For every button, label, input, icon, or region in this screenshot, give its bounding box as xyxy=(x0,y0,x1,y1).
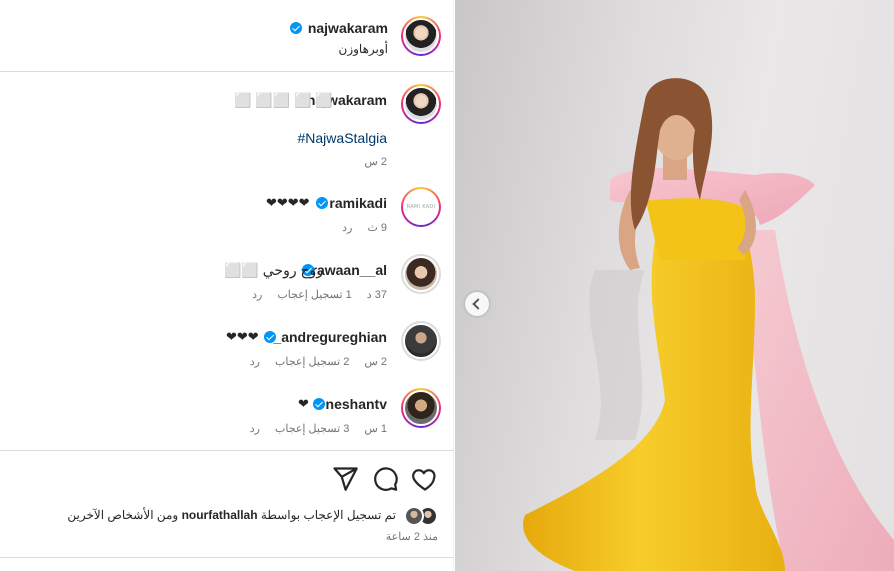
share-icon[interactable] xyxy=(331,465,359,493)
comment-meta: 37 د 1 تسجيل إعجاب رد xyxy=(240,288,387,301)
reply-button[interactable]: رد xyxy=(250,356,260,368)
caption-avatar[interactable] xyxy=(401,84,441,124)
comment-meta: 2 س 2 تسجيل إعجاب رد xyxy=(238,355,387,368)
liked-by-prefix: تم تسجيل الإعجاب بواسطة xyxy=(260,508,396,522)
header-avatar[interactable] xyxy=(401,16,441,56)
comment-text: ❤❤❤❤ xyxy=(266,195,310,210)
likes-count-button[interactable]: 2 تسجيل إعجاب xyxy=(275,356,349,368)
liked-by-user[interactable]: nourfathallah xyxy=(182,508,258,522)
caption-hashtag[interactable]: #NajwaStalgia xyxy=(298,130,388,146)
likes-count-button[interactable]: 3 تسجيل إعجاب xyxy=(275,423,349,435)
liker-avatar[interactable] xyxy=(404,506,424,526)
comment-time: 1 س xyxy=(364,423,387,435)
liked-by-text: تم تسجيل الإعجاب بواسطة nourfathallah وم… xyxy=(67,508,396,522)
divider xyxy=(0,557,454,558)
caption-text: ⬜ ⬜ ⬜⬜ ⬜ xyxy=(234,92,333,108)
likes-count-button[interactable]: 1 تسجيل إعجاب xyxy=(277,289,351,301)
verified-badge-icon xyxy=(264,331,276,343)
comment-meta: 9 ث رد xyxy=(330,221,387,234)
comment-avatar[interactable] xyxy=(401,254,441,294)
header-username[interactable]: najwakaram xyxy=(308,20,388,36)
comment-avatar[interactable] xyxy=(401,321,441,361)
comment-text: ❤❤❤ xyxy=(226,329,259,344)
reply-button[interactable]: رد xyxy=(342,222,352,234)
post-image xyxy=(523,78,894,571)
reply-button[interactable]: رد xyxy=(252,289,262,301)
post-actions: تم تسجيل الإعجاب بواسطة nourfathallah وم… xyxy=(0,450,454,571)
comment-username[interactable]: _andregureghian xyxy=(273,329,387,345)
comment-text: ❤ xyxy=(298,396,309,411)
chevron-left-icon[interactable] xyxy=(465,292,489,316)
comment-username[interactable]: neshantv xyxy=(326,396,387,412)
comment-time: 37 د xyxy=(366,289,387,301)
comment-avatar[interactable]: RAMI KADI xyxy=(401,187,441,227)
comment-icon[interactable] xyxy=(371,465,399,493)
comment-time: 9 ث xyxy=(367,222,387,234)
comment-time: 2 س xyxy=(364,356,387,368)
verified-badge-icon xyxy=(316,197,328,209)
liked-by-others[interactable]: ومن الأشخاص الآخرين xyxy=(67,508,178,522)
post-header: najwakaram أوبرهاوزن xyxy=(0,0,454,72)
header-location[interactable]: أوبرهاوزن xyxy=(339,42,388,56)
comment-text: روح روحي ⬜⬜ xyxy=(224,262,324,278)
caption-time: 2 س xyxy=(364,156,387,168)
comment-meta: 1 س 3 تسجيل إعجاب رد xyxy=(238,422,387,435)
verified-badge-icon xyxy=(290,22,302,34)
heart-icon[interactable] xyxy=(411,465,439,493)
reply-button[interactable]: رد xyxy=(250,423,260,435)
comments-panel: najwakaram أوبرهاوزن najwakaram ⬜ ⬜ ⬜⬜ ⬜… xyxy=(0,0,454,571)
comment-username[interactable]: ramikadi xyxy=(329,195,387,211)
comment-avatar[interactable] xyxy=(401,388,441,428)
post-photo[interactable] xyxy=(455,0,894,571)
verified-badge-icon xyxy=(313,398,325,410)
post-time-ago: منذ 2 ساعة xyxy=(385,531,438,543)
